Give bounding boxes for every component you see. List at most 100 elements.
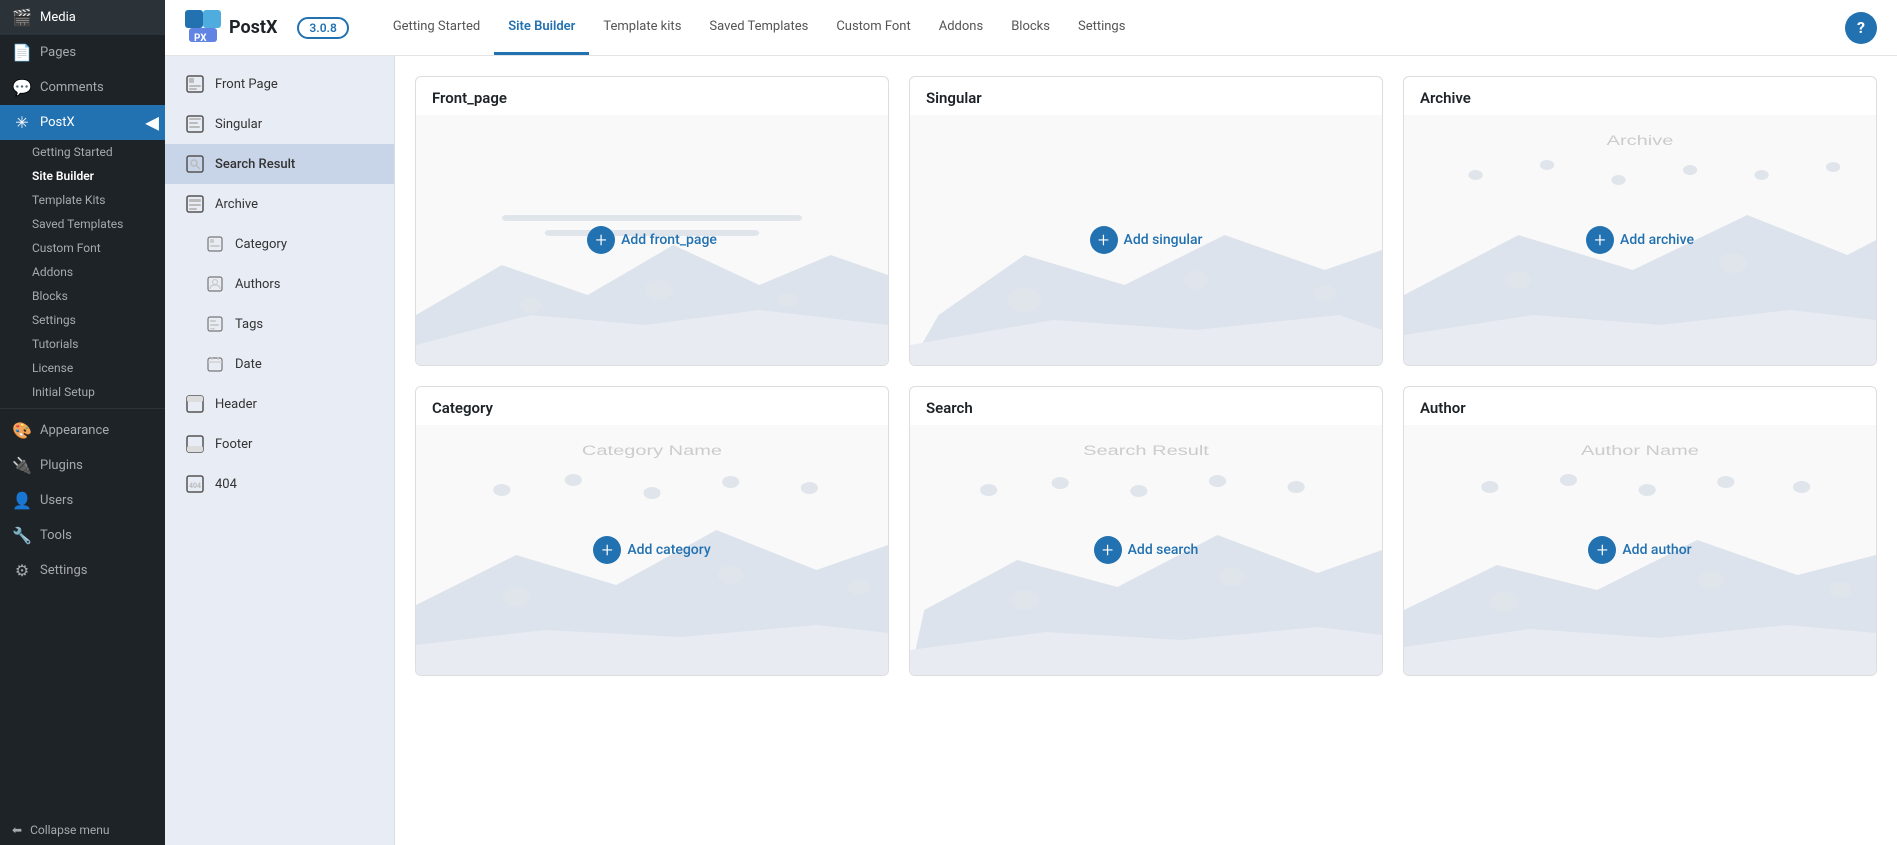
card-body-author: Author Name: [1404, 425, 1876, 675]
sidebar-date[interactable]: Date: [165, 344, 394, 384]
media-icon: 🎬: [12, 8, 32, 27]
template-grid: Front_page: [415, 76, 1877, 676]
sidebar-item-pages[interactable]: 📄 Pages: [0, 35, 165, 70]
postx-submenu: Getting Started Site Builder Template Ki…: [0, 140, 165, 404]
template-card-singular: Singular +: [909, 76, 1383, 366]
add-front-page-button[interactable]: + Add front_page: [587, 226, 717, 254]
nav-site-builder[interactable]: Site Builder: [494, 1, 589, 55]
card-title-archive: Archive: [1404, 77, 1876, 115]
postx-nav: Getting Started Site Builder Template ki…: [379, 1, 1845, 55]
sidebar-item-saved-templates[interactable]: Saved Templates: [20, 212, 165, 236]
nav-blocks[interactable]: Blocks: [997, 1, 1064, 55]
plus-circle-icon-author: +: [1588, 536, 1616, 564]
collapse-menu[interactable]: ⬅ Collapse menu: [0, 815, 165, 845]
plugins-icon: 🔌: [12, 456, 32, 475]
card-title-singular: Singular: [910, 77, 1382, 115]
sidebar-item-settings[interactable]: Settings: [20, 308, 165, 332]
appearance-icon: 🎨: [12, 421, 32, 440]
sidebar-header[interactable]: Header: [165, 384, 394, 424]
postx-header: PX PostX 3.0.8 Getting Started Site Buil…: [165, 0, 1897, 56]
card-title-front-page: Front_page: [416, 77, 888, 115]
postx-icon: ✳: [12, 113, 32, 132]
add-search-button[interactable]: + Add search: [1094, 536, 1199, 564]
help-button[interactable]: ?: [1845, 12, 1877, 44]
search-result-icon: [185, 154, 205, 174]
card-title-author: Author: [1404, 387, 1876, 425]
collapse-icon: ⬅: [12, 823, 22, 837]
tools-icon: 🔧: [12, 526, 32, 545]
collapse-arrow-icon: ◀: [145, 112, 165, 133]
template-card-archive: Archive Archive: [1403, 76, 1877, 366]
postx-logo-icon: PX: [185, 10, 221, 46]
authors-icon: [205, 274, 225, 294]
sidebar-item-settings-bottom[interactable]: ⚙ Settings: [0, 553, 165, 588]
plus-circle-icon-singular: +: [1090, 226, 1118, 254]
card-body-singular: + Add singular: [910, 115, 1382, 365]
sidebar-item-site-builder[interactable]: Site Builder: [20, 164, 165, 188]
postx-logo: PX PostX: [185, 10, 277, 46]
sidebar-footer[interactable]: Footer: [165, 424, 394, 464]
template-card-category: Category Category Name: [415, 386, 889, 676]
sidebar-item-initial-setup[interactable]: Initial Setup: [20, 380, 165, 404]
sidebar-item-template-kits[interactable]: Template Kits: [20, 188, 165, 212]
singular-icon: [185, 114, 205, 134]
add-category-button[interactable]: + Add category: [593, 536, 710, 564]
card-title-search: Search: [910, 387, 1382, 425]
sidebar-authors[interactable]: Authors: [165, 264, 394, 304]
sidebar-tags[interactable]: Tags: [165, 304, 394, 344]
sidebar-item-tools[interactable]: 🔧 Tools: [0, 518, 165, 553]
wp-admin-sidebar: 🎬 Media 📄 Pages 💬 Comments ✳ PostX ◀ Get…: [0, 0, 165, 845]
sidebar-item-users[interactable]: 👤 Users: [0, 483, 165, 518]
sidebar-404[interactable]: 404 404: [165, 464, 394, 504]
sidebar-item-appearance[interactable]: 🎨 Appearance: [0, 413, 165, 448]
sidebar-item-addons[interactable]: Addons: [20, 260, 165, 284]
main-panel: Front_page: [395, 56, 1897, 845]
footer-icon: [185, 434, 205, 454]
sidebar-item-license[interactable]: License: [20, 356, 165, 380]
sidebar-item-tutorials[interactable]: Tutorials: [20, 332, 165, 356]
content-area: Front Page Singular Search Result Archiv…: [165, 56, 1897, 845]
sidebar-item-plugins[interactable]: 🔌 Plugins: [0, 448, 165, 483]
front-page-icon: [185, 74, 205, 94]
nav-getting-started[interactable]: Getting Started: [379, 1, 494, 55]
archive-icon: [185, 194, 205, 214]
postx-version-badge: 3.0.8: [297, 17, 348, 39]
plus-circle-icon-category: +: [593, 536, 621, 564]
sidebar-item-blocks[interactable]: Blocks: [20, 284, 165, 308]
add-author-button[interactable]: + Add author: [1588, 536, 1691, 564]
nav-custom-font[interactable]: Custom Font: [822, 1, 924, 55]
sidebar-item-getting-started[interactable]: Getting Started: [20, 140, 165, 164]
sidebar-front-page[interactable]: Front Page: [165, 64, 394, 104]
svg-text:Author Name: Author Name: [1581, 442, 1699, 458]
sidebar-search-result[interactable]: Search Result: [165, 144, 394, 184]
card-body-front-page: + Add front_page: [416, 115, 888, 365]
plus-circle-icon-archive: +: [1586, 226, 1614, 254]
template-card-front-page: Front_page: [415, 76, 889, 366]
sidebar-divider: [0, 408, 165, 409]
card-title-category: Category: [416, 387, 888, 425]
nav-addons[interactable]: Addons: [925, 1, 997, 55]
category-icon: [205, 234, 225, 254]
sidebar-item-postx[interactable]: ✳ PostX ◀: [0, 105, 165, 140]
svg-text:Search Result: Search Result: [1083, 442, 1209, 458]
add-archive-button[interactable]: + Add archive: [1586, 226, 1694, 254]
postx-sidebar: Front Page Singular Search Result Archiv…: [165, 56, 395, 845]
nav-settings[interactable]: Settings: [1064, 1, 1139, 55]
sidebar-item-media[interactable]: 🎬 Media: [0, 0, 165, 35]
404-icon: 404: [185, 474, 205, 494]
sidebar-archive[interactable]: Archive: [165, 184, 394, 224]
sidebar-category[interactable]: Category: [165, 224, 394, 264]
settings-icon: ⚙: [12, 561, 32, 580]
main-content: PX PostX 3.0.8 Getting Started Site Buil…: [165, 0, 1897, 845]
plus-circle-icon-search: +: [1094, 536, 1122, 564]
pages-icon: 📄: [12, 43, 32, 62]
nav-saved-templates[interactable]: Saved Templates: [695, 1, 822, 55]
card-body-category: Category Name: [416, 425, 888, 675]
postx-logo-text: PostX: [229, 17, 277, 38]
sidebar-item-comments[interactable]: 💬 Comments: [0, 70, 165, 105]
nav-template-kits[interactable]: Template kits: [589, 1, 695, 55]
card-body-search: Search Result: [910, 425, 1382, 675]
sidebar-item-custom-font[interactable]: Custom Font: [20, 236, 165, 260]
sidebar-singular[interactable]: Singular: [165, 104, 394, 144]
add-singular-button[interactable]: + Add singular: [1090, 226, 1203, 254]
